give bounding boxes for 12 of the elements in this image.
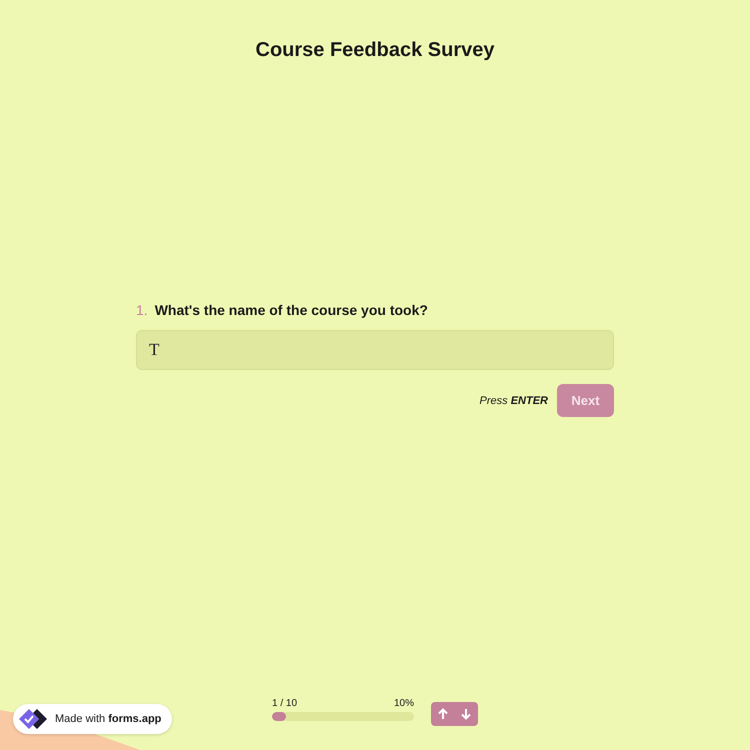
up-arrow-icon[interactable]: [436, 708, 449, 720]
down-arrow-icon[interactable]: [460, 708, 472, 720]
answer-field[interactable]: T: [136, 330, 614, 370]
branding-text: Made with forms.app: [55, 713, 162, 725]
progress-percent: 10%: [394, 698, 414, 710]
question-number: 1.: [136, 301, 148, 319]
branding-badge[interactable]: Made with forms.app: [13, 704, 172, 734]
question-text: What's the name of the course you took?: [154, 301, 428, 319]
hint-text: Press ENTER: [480, 394, 548, 406]
progress-count: 1 / 10: [272, 698, 298, 710]
survey-title: Course Feedback Survey: [254, 38, 496, 62]
logo-icon: [19, 707, 49, 731]
